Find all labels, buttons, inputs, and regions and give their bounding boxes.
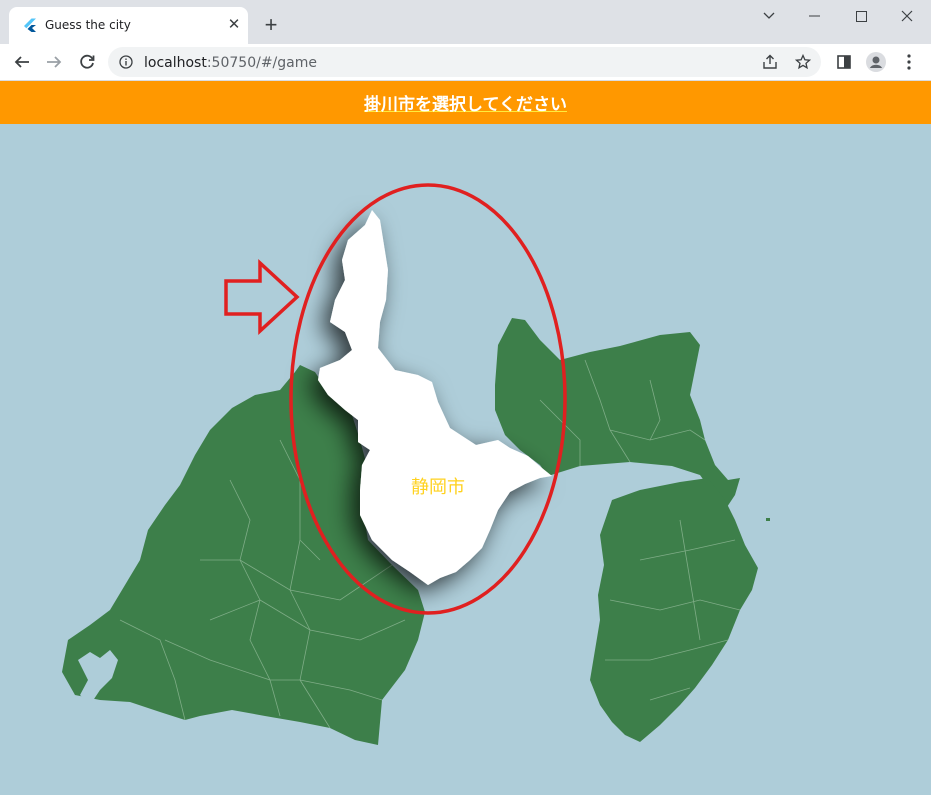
back-arrow-icon[interactable] — [9, 49, 35, 75]
browser-toolbar: localhost:50750/#/game — [0, 44, 931, 81]
profile-icon[interactable] — [866, 52, 886, 72]
flutter-icon — [24, 18, 36, 32]
info-icon[interactable] — [116, 52, 136, 72]
star-icon[interactable] — [793, 52, 813, 72]
app-header: 掛川市を選択してください — [0, 81, 931, 124]
prompt-title: 掛川市を選択してください — [364, 95, 567, 115]
tab-title: Guess the city — [45, 18, 131, 32]
chevron-down-icon[interactable] — [746, 0, 792, 32]
tab-strip: Guess the city ✕ + — [0, 0, 931, 44]
selected-city-label: 静岡市 — [411, 477, 465, 498]
close-icon[interactable] — [884, 0, 930, 32]
address-bar[interactable]: localhost:50750/#/game — [108, 47, 821, 77]
forward-arrow-icon[interactable] — [41, 49, 67, 75]
maximize-icon[interactable] — [838, 0, 884, 32]
annotation-arrow-icon — [224, 259, 300, 335]
menu-dots-icon[interactable] — [899, 52, 919, 72]
browser-tab[interactable]: Guess the city ✕ — [9, 7, 248, 44]
url-host: localhost — [144, 55, 207, 71]
new-tab-button[interactable]: + — [259, 14, 283, 38]
tab-close-icon[interactable]: ✕ — [224, 15, 244, 35]
shizuoka-map — [62, 183, 770, 745]
map-area[interactable]: 静岡市 — [0, 124, 931, 795]
region-izu[interactable] — [590, 478, 758, 742]
sidepanel-icon[interactable] — [834, 52, 854, 72]
url-text: localhost:50750/#/game — [144, 55, 317, 71]
share-icon[interactable] — [760, 52, 780, 72]
small-island — [766, 518, 770, 521]
reload-icon[interactable] — [74, 49, 100, 75]
url-path: :50750/#/game — [206, 55, 317, 71]
minimize-icon[interactable] — [792, 0, 838, 32]
